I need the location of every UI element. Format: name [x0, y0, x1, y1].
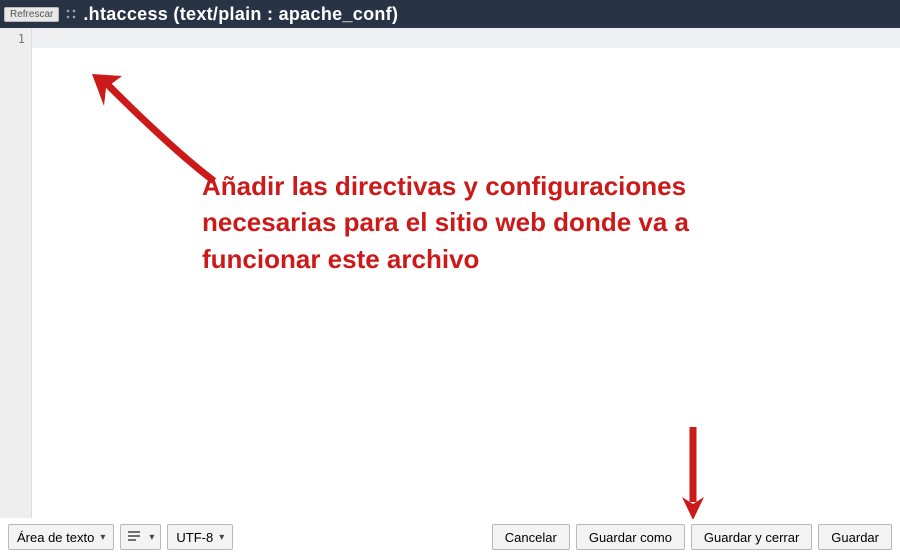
wrap-icon	[127, 530, 141, 545]
line-number: 1	[0, 28, 31, 46]
wrap-select[interactable]: ▾	[120, 524, 161, 550]
footer-right-group: Cancelar Guardar como Guardar y cerrar G…	[492, 524, 892, 550]
save-button[interactable]: Guardar	[818, 524, 892, 550]
code-area[interactable]: Añadir las directivas y configuraciones …	[32, 28, 900, 518]
chevron-down-icon: ▾	[149, 532, 154, 543]
chevron-down-icon: ▾	[100, 532, 105, 543]
line-gutter: 1	[0, 28, 32, 518]
chevron-down-icon: ▾	[219, 532, 224, 543]
editor-mode-label: Área de texto	[17, 530, 94, 545]
cancel-button[interactable]: Cancelar	[492, 524, 570, 550]
encoding-label: UTF-8	[176, 530, 213, 545]
save-close-button[interactable]: Guardar y cerrar	[691, 524, 812, 550]
annotation-arrow-down-icon	[678, 422, 708, 527]
footer-left-group: Área de texto ▾ ▾ UTF-8 ▾	[8, 524, 233, 550]
encoding-select[interactable]: UTF-8 ▾	[167, 524, 233, 550]
footer-toolbar: Área de texto ▾ ▾ UTF-8 ▾ Cancelar Guard…	[0, 519, 900, 555]
title-bar: Refrescar .htaccess (text/plain : apache…	[0, 0, 900, 28]
file-title: .htaccess (text/plain : apache_conf)	[83, 4, 398, 25]
editor-area: 1 Añadir las directivas y configuracione…	[0, 28, 900, 518]
editor-mode-select[interactable]: Área de texto ▾	[8, 524, 114, 550]
save-as-button[interactable]: Guardar como	[576, 524, 685, 550]
drag-handle-icon[interactable]	[65, 8, 77, 20]
current-line-highlight	[32, 28, 900, 48]
refresh-button[interactable]: Refrescar	[4, 7, 59, 22]
annotation-text: Añadir las directivas y configuraciones …	[202, 168, 802, 277]
